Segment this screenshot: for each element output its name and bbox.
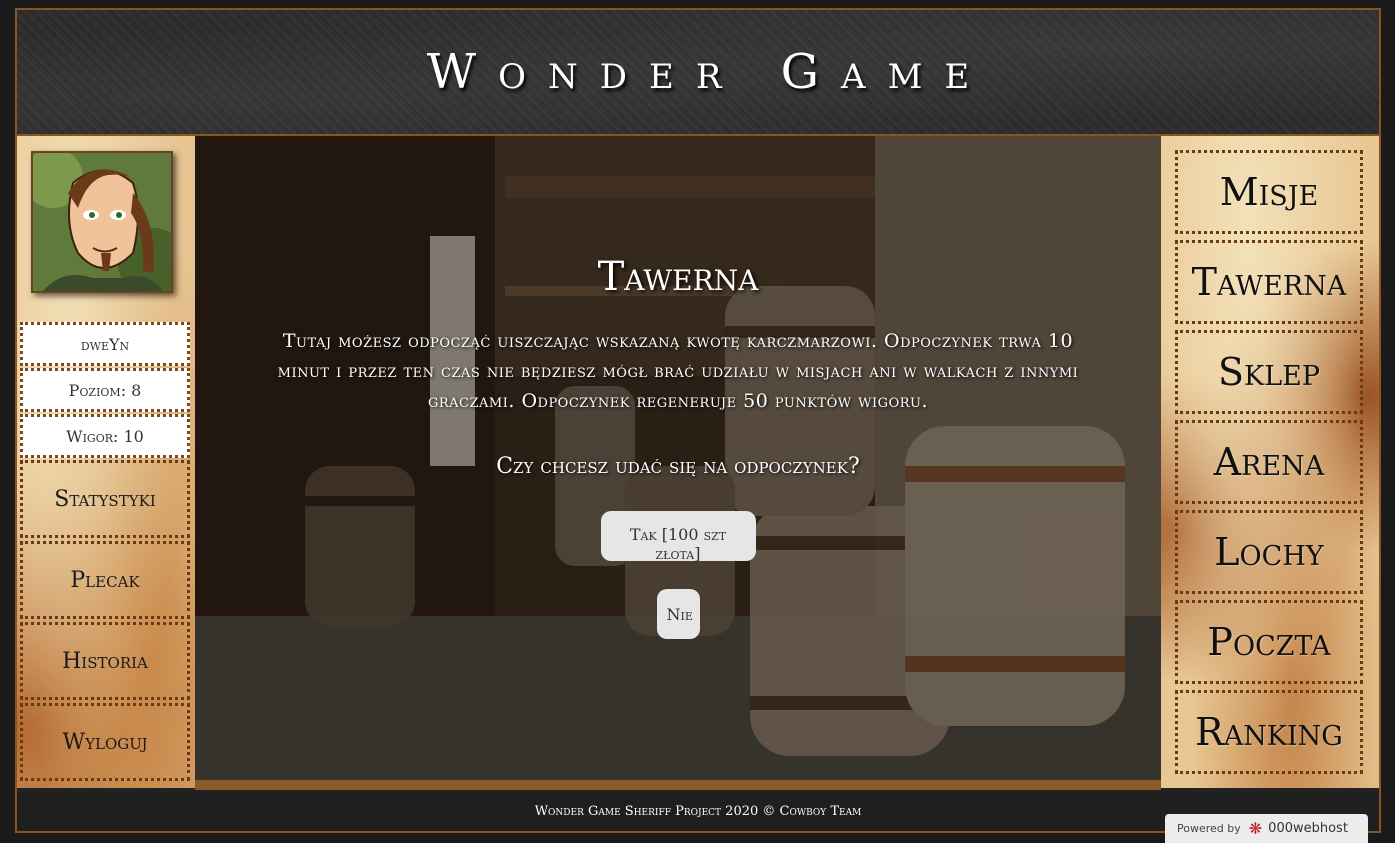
nav-ranking[interactable]: Ranking (1175, 690, 1363, 774)
nav-statystyki[interactable]: Statystyki (20, 460, 190, 538)
nav-sklep[interactable]: Sklep (1175, 330, 1363, 414)
powered-brand: 000webhost (1268, 821, 1348, 836)
powered-prefix: Powered by (1177, 822, 1241, 835)
player-level: Poziom: 8 (20, 368, 190, 412)
player-name: dweYn (20, 322, 190, 366)
avatar (31, 151, 173, 293)
left-sidebar: dweYn Poziom: 8 Wigor: 10 Statystyki Ple… (17, 136, 195, 788)
nav-lochy[interactable]: Lochy (1175, 510, 1363, 594)
rest-no-button[interactable]: Nie (656, 589, 700, 639)
nav-historia[interactable]: Historia (20, 622, 190, 700)
nav-arena[interactable]: Arena (1175, 420, 1363, 504)
nav-misje[interactable]: Misje (1175, 150, 1363, 234)
nav-wyloguj[interactable]: Wyloguj (20, 703, 190, 781)
player-vigor: Wigor: 10 (20, 414, 190, 458)
site-title: Wonder Game (426, 44, 992, 100)
tavern-panel: Tawerna Tutaj możesz odpocząć uiszczając… (195, 136, 1161, 780)
rest-yes-button[interactable]: Tak [100 szt złota] (600, 511, 756, 563)
webhost-logo-icon: ❋ (1248, 819, 1263, 838)
nav-plecak[interactable]: Plecak (20, 541, 190, 619)
right-sidebar: Misje Tawerna Sklep Arena Lochy Poczta R… (1161, 136, 1379, 788)
powered-by-badge[interactable]: Powered by ❋ 000webhost (1165, 814, 1368, 843)
nav-poczta[interactable]: Poczta (1175, 600, 1363, 684)
nav-tawerna[interactable]: Tawerna (1175, 240, 1363, 324)
page-title: Tawerna (597, 254, 759, 300)
header-banner: Wonder Game (17, 10, 1379, 136)
main-bottom-strip (195, 780, 1161, 790)
footer-text: Wonder Game Sheriff Project 2020 © Cowbo… (534, 804, 862, 819)
tavern-background: Tawerna Tutaj możesz odpocząć uiszczając… (195, 136, 1161, 780)
tavern-description: Tutaj możesz odpocząć uiszczając wskazan… (277, 330, 1079, 412)
rest-question: Czy chcesz udać się na odpoczynek? (496, 454, 860, 479)
